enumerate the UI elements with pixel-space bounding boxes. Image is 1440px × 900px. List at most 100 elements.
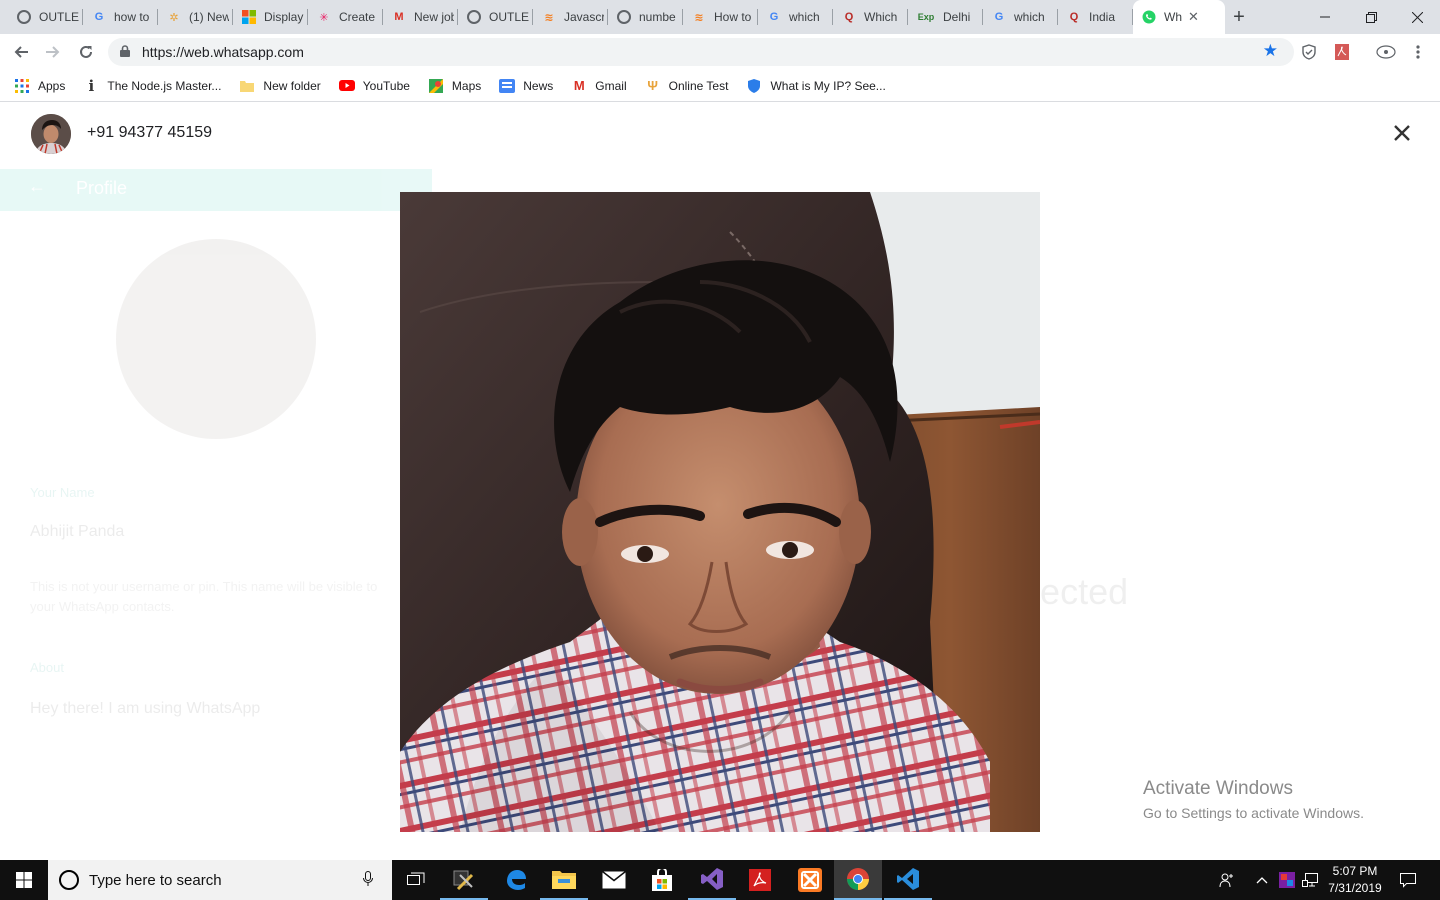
taskbar-app-chrome[interactable] [834, 860, 882, 900]
system-clock[interactable]: 5:07 PM 7/31/2019 [1316, 863, 1394, 897]
tray-app-icon[interactable] [1277, 860, 1297, 900]
browser-tab-active[interactable]: Wh ✕ [1133, 0, 1225, 34]
pdf-extension-icon[interactable] [1332, 42, 1352, 62]
bookmarks-bar: Apps i The Node.js Master... New folder Y… [0, 70, 1440, 102]
bookmark-news[interactable]: News [499, 78, 553, 94]
taskbar-app-vscode[interactable] [884, 860, 932, 900]
taskbar-app-mail[interactable] [590, 860, 638, 900]
maps-icon [428, 78, 444, 94]
browser-tab[interactable]: M New job [383, 0, 458, 34]
bookmark-folder[interactable]: New folder [239, 78, 321, 94]
taskbar-search-box[interactable]: Type here to search [48, 860, 392, 900]
taskbar-app-edge[interactable] [492, 860, 540, 900]
task-view-icon [407, 872, 425, 885]
reload-button[interactable] [74, 40, 98, 64]
action-center-notification-icon[interactable] [1396, 860, 1420, 900]
browser-toolbar: https://web.whatsapp.com ★ [0, 34, 1440, 70]
microphone-icon[interactable] [358, 870, 378, 890]
lock-icon [120, 45, 130, 57]
back-arrow-icon: ← [28, 176, 46, 196]
restore-button[interactable] [1348, 0, 1394, 34]
info-icon: i [88, 76, 95, 95]
chrome-menu-icon[interactable] [1408, 42, 1428, 62]
edge-icon [507, 870, 526, 890]
visual-studio-icon [701, 868, 723, 890]
browser-tab[interactable]: OUTLE [8, 0, 83, 34]
url-text[interactable]: https://web.whatsapp.com [142, 44, 304, 60]
exp-icon: Exp [917, 12, 935, 22]
taskbar-app-xampp[interactable] [786, 860, 834, 900]
globe-icon [17, 10, 31, 24]
bookmark-star-icon[interactable]: ★ [1263, 41, 1278, 61]
bookmark-maps[interactable]: Maps [428, 78, 481, 94]
minimize-button[interactable] [1302, 0, 1348, 34]
close-window-button[interactable] [1394, 0, 1440, 34]
quora-icon: Q [1069, 11, 1079, 23]
taskbar-app-store[interactable] [638, 860, 686, 900]
google-icon: G [769, 11, 779, 23]
browser-tab[interactable]: Q Which [833, 0, 908, 34]
forward-button[interactable] [41, 40, 65, 64]
address-bar[interactable]: https://web.whatsapp.com ★ [108, 38, 1294, 66]
task-view-button[interactable] [392, 860, 440, 900]
xampp-icon [798, 868, 822, 892]
contact-avatar[interactable] [31, 114, 71, 154]
google-icon: G [994, 11, 1004, 23]
back-button[interactable] [9, 40, 33, 64]
browser-tab[interactable]: ≋ Javascr [533, 0, 608, 34]
gmail-icon: M [573, 78, 585, 93]
search-icon [59, 870, 79, 890]
news-icon [499, 78, 516, 94]
clock-date: 7/31/2019 [1328, 881, 1382, 895]
bookmark-youtube[interactable]: YouTube [338, 78, 410, 94]
browser-tab[interactable]: OUTLE [458, 0, 533, 34]
gmail-icon: M [394, 11, 404, 23]
start-button[interactable] [0, 860, 48, 900]
browser-tab[interactable]: Q India [1058, 0, 1133, 34]
taskbar-app-acrobat[interactable] [736, 860, 784, 900]
browser-tab[interactable]: ✳ Create [308, 0, 383, 34]
taskbar-app-file-explorer[interactable] [540, 860, 588, 900]
watermark-subtitle: Go to Settings to activate Windows. [1143, 805, 1364, 821]
about-label: About [30, 660, 64, 675]
chrome-icon [847, 868, 869, 890]
close-icon [1394, 125, 1410, 141]
whatsapp-icon [1142, 10, 1156, 24]
browser-tab[interactable]: Gwhich [983, 0, 1058, 34]
people-icon[interactable] [1216, 860, 1238, 900]
bookmark-gmail[interactable]: M Gmail [571, 78, 627, 94]
bookmark-apps[interactable]: Apps [14, 78, 65, 94]
bookmark-what-is-my-ip[interactable]: What is My IP? See... [746, 78, 886, 94]
sparkle-icon: ✳ [319, 11, 329, 24]
vscode-icon [897, 868, 919, 890]
windows-logo-icon [242, 10, 256, 24]
globe-icon [467, 10, 481, 24]
taskbar-app-visual-studio[interactable] [688, 860, 736, 900]
google-icon: G [94, 11, 104, 23]
bookmark-online-test[interactable]: Ψ Online Test [645, 78, 728, 94]
close-tab-icon[interactable]: ✕ [1188, 9, 1199, 25]
browser-tab[interactable]: Ghow to [83, 0, 158, 34]
profile-extension-icon[interactable] [1376, 42, 1396, 62]
browser-tab[interactable]: Display [233, 0, 308, 34]
browser-tab[interactable]: Gwhich [758, 0, 833, 34]
folder-icon [552, 871, 576, 889]
youtube-icon [338, 78, 355, 94]
browser-tab[interactable]: ✲ (1) New [158, 0, 233, 34]
tools-icon [453, 870, 474, 891]
close-viewer-button[interactable] [1388, 119, 1416, 147]
media-viewer-header: +91 94377 45159 [0, 103, 1440, 165]
pinwheel-icon: ✲ [169, 11, 179, 24]
show-hidden-icons-chevron-icon[interactable] [1253, 860, 1271, 900]
browser-tab[interactable]: ≋ How to [683, 0, 758, 34]
extension-shield-icon[interactable] [1299, 42, 1319, 62]
browser-tab[interactable]: numbe [608, 0, 683, 34]
about-value: Hey there! I am using WhatsApp [30, 700, 261, 717]
whatsapp-page: ← Profile Your Name Abhijit Panda This i… [0, 103, 1440, 860]
mail-icon [602, 871, 626, 889]
new-tab-button[interactable]: + [1228, 6, 1250, 28]
taskbar-app-tools[interactable] [440, 860, 488, 900]
browser-tab[interactable]: Exp Delhi [908, 0, 983, 34]
bookmark-node[interactable]: i The Node.js Master... [83, 76, 222, 95]
quora-icon: Q [844, 11, 854, 23]
